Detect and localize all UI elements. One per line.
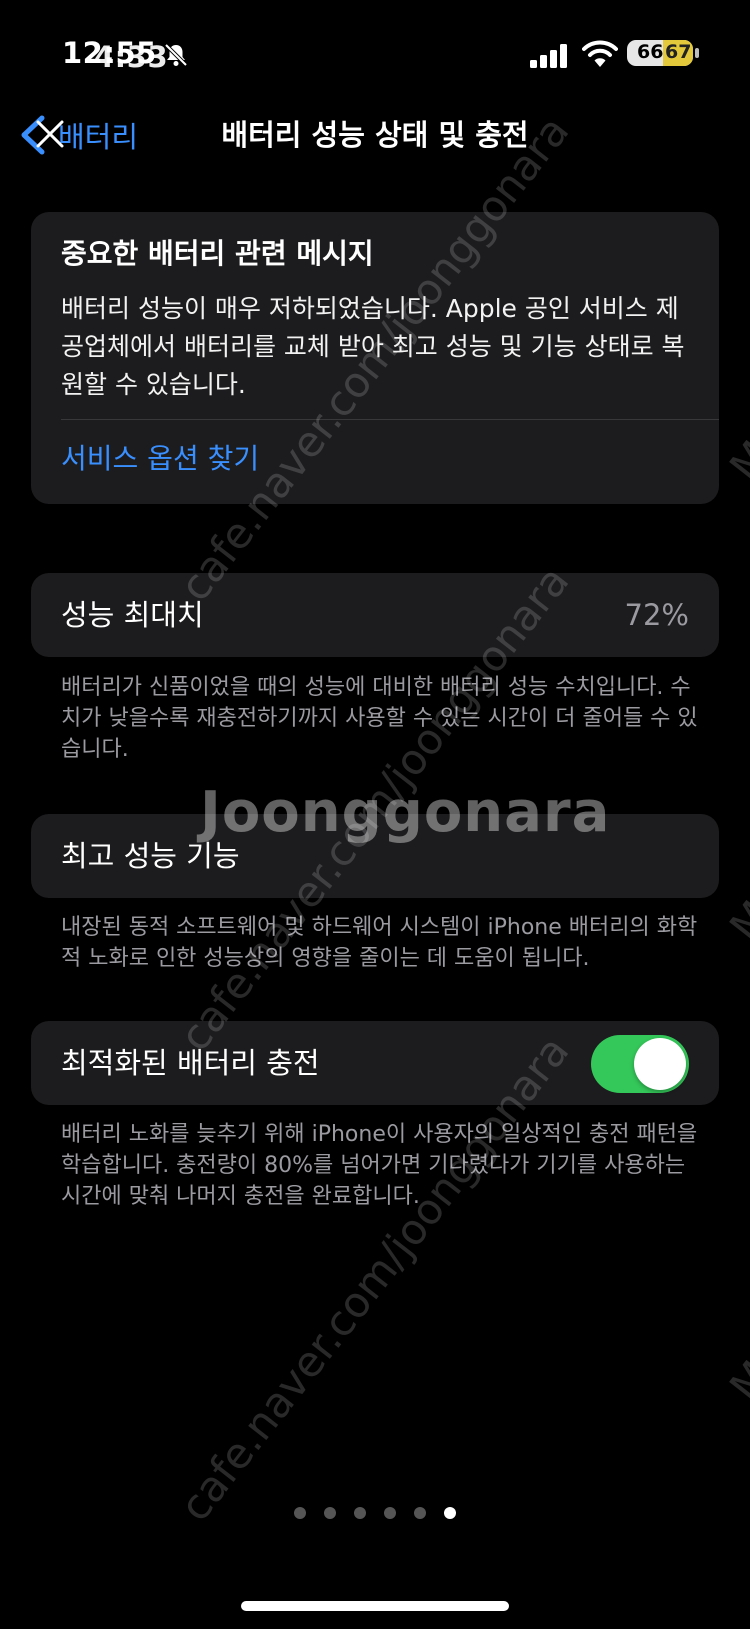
divider [61,419,719,420]
status-time-overlay: 4:33 [94,40,169,74]
watermark-side: M [720,891,750,951]
page-dot[interactable] [294,1507,306,1519]
bell-slash-icon [164,43,188,67]
message-body: 배터리 성능이 매우 저하되었습니다. Apple 공인 서비스 제공업체에서 … [61,294,685,399]
battery-level-overlay: 67 [665,41,692,63]
optimized-charging-footnote: 배터리 노화를 늦추기 위해 iPhone이 사용자의 일상적인 충전 패턴을 … [61,1122,698,1209]
page-dot[interactable] [444,1507,456,1519]
max-capacity-label: 성능 최대치 [61,598,204,632]
peak-performance-label: 최고 성능 기능 [61,839,240,873]
home-indicator[interactable] [241,1601,509,1611]
battery-icon: 66 67 [627,40,703,68]
page-dot[interactable] [324,1507,336,1519]
battery-level: 66 [637,41,664,63]
page-dot[interactable] [384,1507,396,1519]
cellular-signal-icon [530,44,567,68]
max-capacity-value: 72% [624,598,689,632]
max-capacity-footnote: 배터리가 신품이었을 때의 성능에 대비한 배터리 성능 수치입니다. 수치가 … [61,675,698,762]
status-bar: 12:55 4:33 66 67 [0,0,750,100]
page-dot[interactable] [414,1507,426,1519]
message-title: 중요한 배터리 관련 메시지 [61,237,374,270]
battery-message-card: 중요한 배터리 관련 메시지 배터리 성능이 매우 저하되었습니다. Apple… [31,212,719,504]
page-indicator[interactable] [0,1507,750,1519]
max-capacity-row: 성능 최대치 72% [31,573,719,657]
page-dot[interactable] [354,1507,366,1519]
find-service-options-link[interactable]: 서비스 옵션 찾기 [61,437,259,477]
page-title: 배터리 성능 상태 및 충전 [221,118,529,152]
peak-performance-row: 최고 성능 기능 [31,814,719,898]
peak-performance-footnote: 내장된 동적 소프트웨어 및 하드웨어 시스템이 iPhone 배터리의 화학적… [61,915,698,971]
optimized-charging-label: 최적화된 배터리 충전 [61,1046,320,1080]
watermark-side: M [720,1351,750,1411]
optimized-charging-row: 최적화된 배터리 충전 [31,1021,719,1105]
optimized-charging-toggle[interactable] [591,1035,689,1093]
toggle-knob [634,1038,686,1090]
wifi-icon [582,40,618,67]
watermark-side: M [720,431,750,491]
